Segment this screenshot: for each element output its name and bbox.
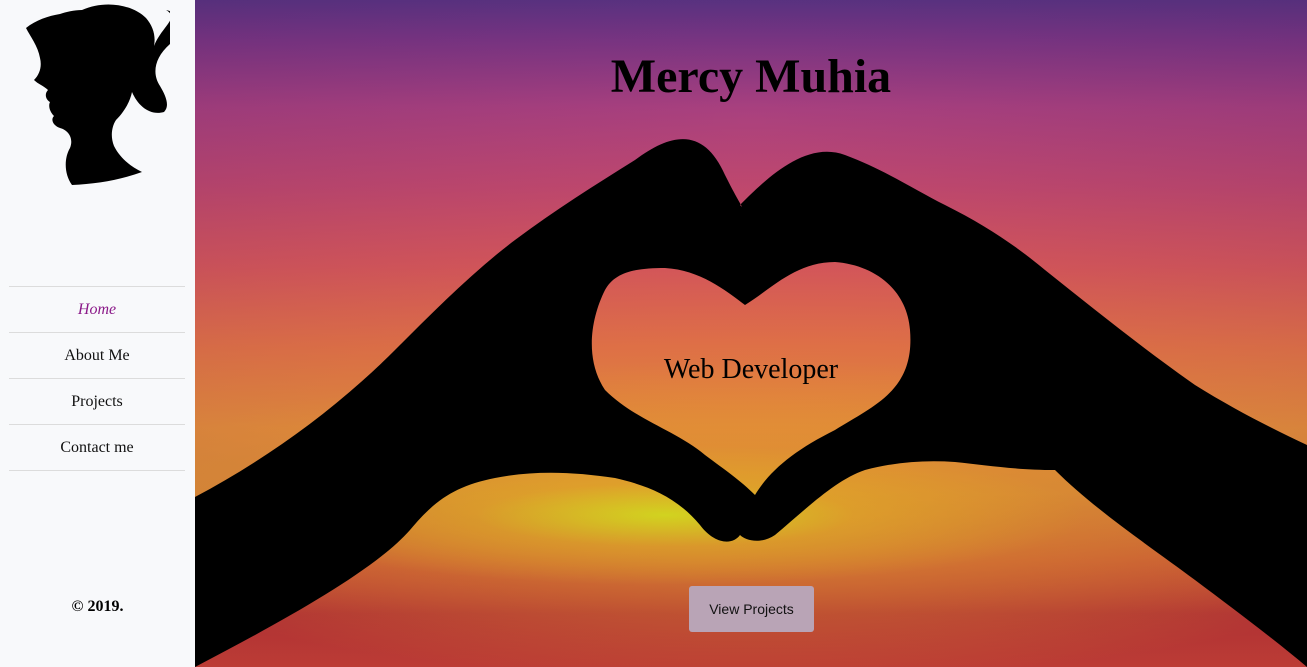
nav-item-projects[interactable]: Projects xyxy=(9,379,185,425)
page-subtitle: Web Developer xyxy=(663,354,839,385)
sidebar: Home About Me Projects Contact me © 2019… xyxy=(0,0,195,667)
copyright-text: © 2019. xyxy=(71,598,124,615)
view-projects-button[interactable]: View Projects xyxy=(689,586,814,632)
page-title: Mercy Muhia xyxy=(610,50,892,103)
nav-item-home[interactable]: Home xyxy=(9,287,185,333)
nav-item-contact-me[interactable]: Contact me xyxy=(9,425,185,471)
hero-section: Mercy Muhia Web Developer View Projects xyxy=(195,0,1307,667)
nav-item-about-me[interactable]: About Me xyxy=(9,333,185,379)
woman-silhouette-icon xyxy=(26,4,170,185)
sidebar-nav: Home About Me Projects Contact me xyxy=(9,286,185,471)
